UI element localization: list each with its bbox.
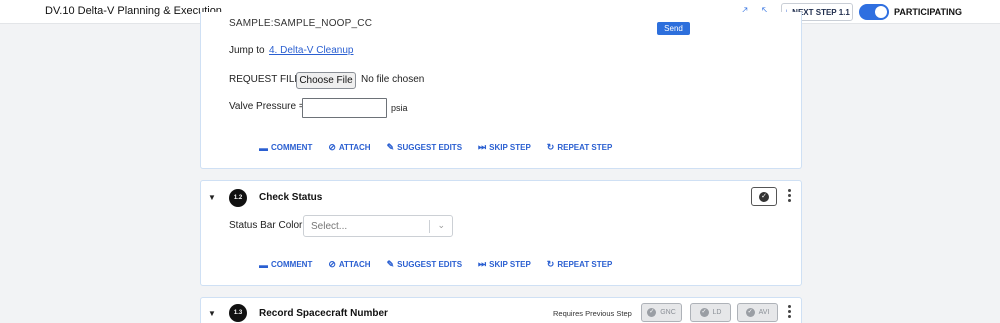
skip-step-label: SKIP STEP bbox=[489, 143, 531, 152]
attach-label: ATTACH bbox=[338, 143, 371, 152]
repeat-step-button[interactable]: ↻ REPEAT STEP bbox=[547, 259, 613, 270]
collapse-caret-icon[interactable]: ▼ bbox=[208, 309, 216, 318]
jump-label: Jump to bbox=[229, 45, 265, 56]
select-separator bbox=[429, 220, 430, 233]
step-card-1-1: SAMPLE:SAMPLE_NOOP_CC Send Jump to 4. De… bbox=[200, 12, 802, 169]
suggest-edits-label: SUGGEST EDITS bbox=[397, 143, 463, 152]
role-label: GNC bbox=[660, 309, 676, 316]
no-file-text: No file chosen bbox=[361, 74, 425, 85]
role-signoff-ld[interactable]: ✓ LD bbox=[690, 303, 731, 322]
repeat-icon: ↻ bbox=[546, 259, 555, 269]
comment-button[interactable]: ▬ COMMENT bbox=[259, 142, 312, 153]
comment-icon: ▬ bbox=[259, 142, 268, 153]
step-title: Record Spacecraft Number bbox=[259, 308, 388, 319]
toggle-knob bbox=[875, 6, 887, 18]
paperclip-icon: ⊘ bbox=[328, 259, 336, 269]
skip-step-button[interactable]: ⏭ SKIP STEP bbox=[478, 142, 531, 153]
attach-button[interactable]: ⊘ ATTACH bbox=[328, 259, 370, 270]
check-icon: ✓ bbox=[647, 308, 657, 317]
chevron-down-icon: ⌄ bbox=[437, 220, 445, 230]
status-bar-color-label: Status Bar Color bbox=[229, 220, 303, 231]
check-icon: ✓ bbox=[745, 308, 755, 317]
jump-link[interactable]: 4. Delta-V Cleanup bbox=[269, 45, 354, 56]
participating-label: PARTICIPATING bbox=[894, 7, 962, 17]
send-button[interactable]: Send bbox=[657, 22, 690, 35]
pencil-icon: ✎ bbox=[386, 259, 395, 269]
step-card-1-3: ▼ 1.3 Record Spacecraft Number Requires … bbox=[200, 297, 802, 323]
valve-pressure-input[interactable] bbox=[302, 98, 387, 118]
step-actions: ▬ COMMENT ⊘ ATTACH ✎ SUGGEST EDITS ⏭ SKIP ST… bbox=[259, 259, 612, 270]
command-text: SAMPLE:SAMPLE_NOOP_CC bbox=[229, 18, 373, 29]
attach-button[interactable]: ⊘ ATTACH bbox=[328, 142, 370, 153]
requires-previous-step-label: Requires Previous Step bbox=[553, 309, 632, 318]
procedure-title: DV.10 Delta-V Planning & Execution bbox=[45, 5, 222, 17]
more-options-icon[interactable] bbox=[786, 305, 792, 318]
step-number-badge: 1.3 bbox=[229, 304, 247, 322]
skip-step-label: SKIP STEP bbox=[489, 260, 531, 269]
role-label: LD bbox=[712, 309, 722, 316]
request-file-label: REQUEST FILE bbox=[229, 74, 302, 85]
suggest-edits-button[interactable]: ✎ SUGGEST EDITS bbox=[387, 259, 462, 270]
pencil-icon: ✎ bbox=[386, 142, 395, 152]
comment-button[interactable]: ▬ COMMENT bbox=[259, 259, 312, 270]
skip-step-button[interactable]: ⏭ SKIP STEP bbox=[478, 259, 531, 270]
valve-pressure-label: Valve Pressure = bbox=[229, 101, 305, 112]
role-signoff-avi[interactable]: ✓ AVI bbox=[737, 303, 778, 322]
repeat-step-label: REPEAT STEP bbox=[557, 143, 613, 152]
suggest-edits-label: SUGGEST EDITS bbox=[397, 260, 463, 269]
participating-toggle[interactable] bbox=[859, 4, 889, 20]
step-actions: ▬ COMMENT ⊘ ATTACH ✎ SUGGEST EDITS ⏭ SKIP ST… bbox=[259, 142, 612, 153]
check-icon: ✓ bbox=[759, 191, 769, 202]
comment-label: COMMENT bbox=[271, 260, 313, 269]
paperclip-icon: ⊘ bbox=[328, 142, 336, 152]
choose-file-button[interactable]: Choose File bbox=[296, 72, 356, 89]
valve-unit: psia bbox=[391, 103, 408, 113]
skip-icon: ⏭ bbox=[478, 142, 487, 152]
complete-step-button[interactable]: ✓ bbox=[751, 187, 777, 206]
comment-label: COMMENT bbox=[271, 143, 313, 152]
more-options-icon[interactable] bbox=[786, 189, 792, 202]
comment-icon: ▬ bbox=[259, 259, 268, 270]
step-title: Check Status bbox=[259, 192, 323, 203]
step-number-badge: 1.2 bbox=[229, 189, 247, 207]
attach-label: ATTACH bbox=[338, 260, 371, 269]
repeat-step-button[interactable]: ↻ REPEAT STEP bbox=[547, 142, 613, 153]
role-signoff-gnc[interactable]: ✓ GNC bbox=[641, 303, 682, 322]
role-label: AVI bbox=[758, 309, 770, 316]
step-card-1-2: ▼ 1.2 Check Status ✓ Status Bar Color Se… bbox=[200, 180, 802, 286]
repeat-step-label: REPEAT STEP bbox=[557, 260, 613, 269]
status-bar-color-select[interactable]: Select... ⌄ bbox=[303, 215, 453, 237]
repeat-icon: ↻ bbox=[546, 142, 555, 152]
check-icon: ✓ bbox=[699, 308, 709, 317]
suggest-edits-button[interactable]: ✎ SUGGEST EDITS bbox=[387, 142, 462, 153]
collapse-caret-icon[interactable]: ▼ bbox=[208, 193, 216, 202]
select-placeholder: Select... bbox=[311, 221, 348, 232]
skip-icon: ⏭ bbox=[478, 259, 487, 269]
